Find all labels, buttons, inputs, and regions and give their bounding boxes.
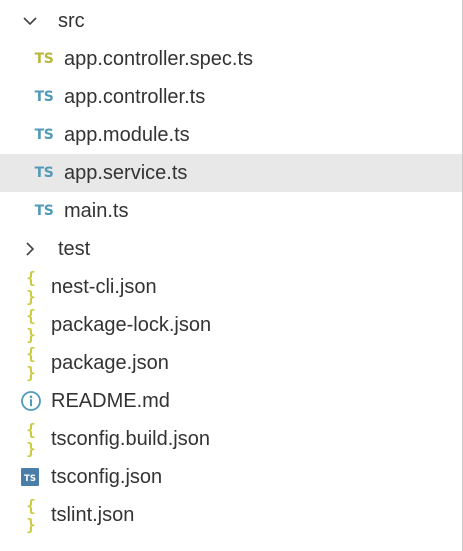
file-tslint-json[interactable]: { } tslint.json <box>0 496 462 534</box>
file-label: tslint.json <box>51 504 135 526</box>
file-label: package.json <box>51 352 169 374</box>
file-label: package-lock.json <box>51 314 212 336</box>
file-label: tsconfig.json <box>51 466 163 488</box>
file-label: tsconfig.build.json <box>51 428 210 450</box>
tsconfig-icon: TS <box>20 467 40 487</box>
json-icon: { } <box>26 420 36 458</box>
folder-src-label: src <box>58 10 85 32</box>
file-label: app.module.ts <box>64 124 190 146</box>
file-app-controller-spec[interactable]: TS app.controller.spec.ts <box>0 40 462 78</box>
json-icon: { } <box>26 306 36 344</box>
file-app-controller[interactable]: TS app.controller.ts <box>0 78 462 116</box>
json-icon: { } <box>26 496 36 534</box>
file-tsconfig-build-json[interactable]: { } tsconfig.build.json <box>0 420 462 458</box>
json-icon: { } <box>26 268 36 306</box>
file-label: app.controller.ts <box>64 86 206 108</box>
typescript-spec-icon: TS <box>34 51 54 67</box>
file-tsconfig-json[interactable]: TS tsconfig.json <box>0 458 462 496</box>
file-main[interactable]: TS main.ts <box>0 192 462 230</box>
folder-src[interactable]: src <box>0 2 462 40</box>
file-label: nest-cli.json <box>51 276 157 298</box>
typescript-icon: TS <box>34 203 54 219</box>
typescript-icon: TS <box>34 89 54 105</box>
file-package-json[interactable]: { } package.json <box>0 344 462 382</box>
chevron-right-icon[interactable] <box>22 241 38 257</box>
json-icon: { } <box>26 344 36 382</box>
file-label: main.ts <box>64 200 129 222</box>
file-readme-md[interactable]: README.md <box>0 382 462 420</box>
file-label: app.service.ts <box>64 162 188 184</box>
folder-test-label: test <box>58 238 91 260</box>
file-app-module[interactable]: TS app.module.ts <box>0 116 462 154</box>
file-app-service[interactable]: TS app.service.ts <box>0 154 462 192</box>
typescript-icon: TS <box>34 165 54 181</box>
file-nest-cli-json[interactable]: { } nest-cli.json <box>0 268 462 306</box>
file-label: app.controller.spec.ts <box>64 48 253 70</box>
svg-text:TS: TS <box>24 474 36 484</box>
typescript-icon: TS <box>34 127 54 143</box>
file-label: README.md <box>51 390 170 412</box>
folder-test[interactable]: test <box>0 230 462 268</box>
info-icon <box>20 390 42 412</box>
chevron-down-icon[interactable] <box>22 13 38 29</box>
file-explorer: src TS app.controller.spec.ts TS app.con… <box>0 0 463 551</box>
file-package-lock-json[interactable]: { } package-lock.json <box>0 306 462 344</box>
